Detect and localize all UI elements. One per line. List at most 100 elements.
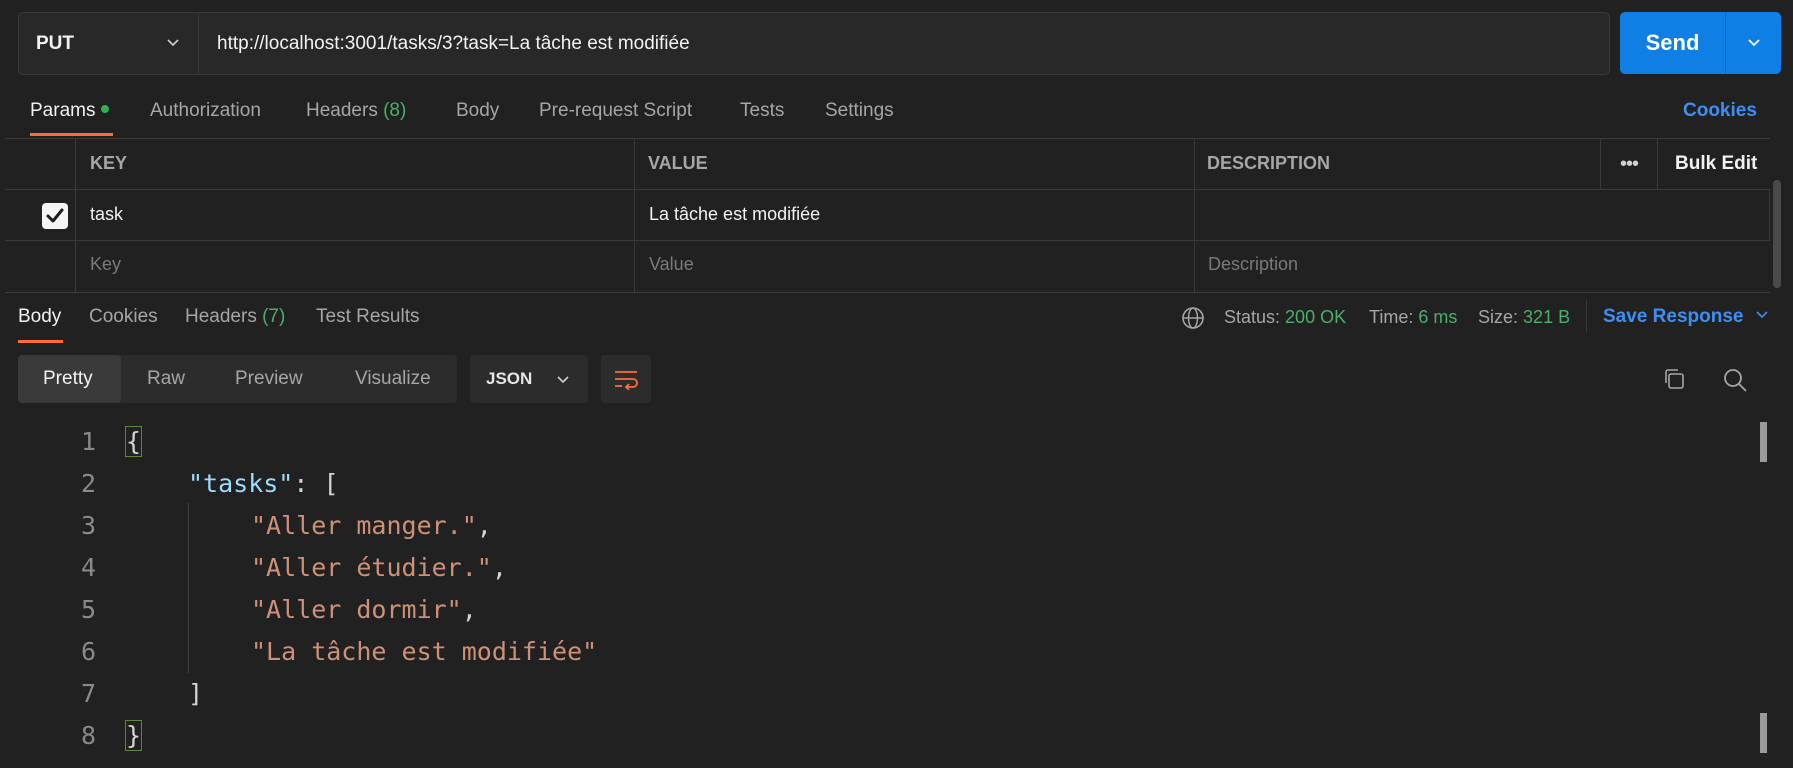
new-param-value-input[interactable]: Value <box>649 254 694 275</box>
send-button-group: Send <box>1620 12 1781 74</box>
table-border-header <box>5 189 1770 190</box>
table-col-divider <box>1657 138 1658 189</box>
response-time: Time: 6 ms <box>1369 307 1457 328</box>
json-comma: , <box>461 595 477 624</box>
checkmark-icon <box>46 208 64 223</box>
json-string: "La tâche est modifiée" <box>251 637 598 666</box>
table-col-divider <box>1194 138 1195 292</box>
code-line: "Aller dormir", <box>251 595 477 624</box>
json-string: "Aller étudier." <box>251 553 492 582</box>
tab-prerequest-script[interactable]: Pre-request Script <box>539 100 692 122</box>
code-line: } <box>124 720 143 751</box>
tab-headers-label: Headers <box>306 100 378 121</box>
method-label: PUT <box>36 32 74 54</box>
response-headers-count: (7) <box>262 306 286 327</box>
table-col-divider <box>75 138 76 292</box>
param-key-cell[interactable]: task <box>90 204 123 225</box>
line-number: 2 <box>80 469 96 498</box>
line-number: 5 <box>80 595 96 624</box>
cookies-link[interactable]: Cookies <box>1683 100 1757 122</box>
code-line: "Aller étudier.", <box>251 553 507 582</box>
param-enabled-checkbox[interactable] <box>42 203 68 229</box>
table-col-divider <box>634 138 635 292</box>
tab-body[interactable]: Body <box>456 100 499 122</box>
send-options-button[interactable] <box>1726 12 1781 74</box>
json-close-bracket: ] <box>188 679 204 708</box>
code-line: "La tâche est modifiée" <box>251 637 597 666</box>
new-param-key-input[interactable]: Key <box>90 254 121 275</box>
tab-headers[interactable]: Headers (8) <box>306 100 406 122</box>
table-border-bottom <box>5 292 1770 293</box>
code-scrollbar-thumb[interactable] <box>1760 422 1767 462</box>
col-header-value: VALUE <box>648 153 708 173</box>
code-line: ] <box>188 679 203 708</box>
copy-icon[interactable] <box>1662 367 1686 391</box>
view-mode-raw[interactable]: Raw <box>147 368 185 390</box>
response-status: Status: 200 OK <box>1224 307 1346 328</box>
json-key: "tasks" <box>188 469 294 498</box>
url-input[interactable]: http://localhost:3001/tasks/3?task=La tâ… <box>217 13 690 74</box>
json-comma: , <box>476 511 492 540</box>
save-response-label: Save Response <box>1603 306 1744 327</box>
format-select[interactable]: JSON <box>470 355 588 403</box>
response-tab-test-results[interactable]: Test Results <box>316 306 419 328</box>
table-col-divider <box>1600 138 1601 189</box>
json-close-brace: } <box>124 720 143 751</box>
status-value: 200 OK <box>1285 307 1347 327</box>
json-string: "Aller manger." <box>251 511 477 540</box>
params-scrollbar[interactable] <box>1773 180 1781 288</box>
col-header-key: KEY <box>90 153 128 173</box>
code-line: "tasks": [ <box>188 469 339 498</box>
line-number: 6 <box>80 637 96 666</box>
wrap-lines-icon <box>615 371 638 390</box>
json-open-brace: { <box>124 426 143 457</box>
view-mode-pretty[interactable]: Pretty <box>43 368 93 390</box>
response-tab-body[interactable]: Body <box>18 306 61 328</box>
method-select[interactable]: PUT <box>19 13 199 74</box>
time-label: Time: <box>1369 307 1414 327</box>
response-tab-headers[interactable]: Headers (7) <box>185 306 285 328</box>
tab-params[interactable]: Params <box>30 100 110 122</box>
more-options-button[interactable]: ••• <box>1620 153 1639 176</box>
globe-icon[interactable] <box>1181 306 1205 330</box>
tab-tests[interactable]: Tests <box>740 100 784 122</box>
new-param-description-input[interactable]: Description <box>1208 254 1298 275</box>
chevron-down-icon <box>1756 311 1768 319</box>
view-mode-visualize[interactable]: Visualize <box>355 368 431 390</box>
json-punctuation: : [ <box>293 469 339 498</box>
bulk-edit-button[interactable]: Bulk Edit <box>1675 153 1757 175</box>
size-value: 321 B <box>1523 307 1571 327</box>
headers-count: (8) <box>383 100 407 121</box>
tab-settings[interactable]: Settings <box>825 100 894 122</box>
chevron-down-icon <box>167 39 179 47</box>
line-number: 7 <box>80 679 96 708</box>
code-line: "Aller manger.", <box>251 511 492 540</box>
table-col-divider <box>1769 189 1770 240</box>
chevron-down-icon <box>1747 39 1760 47</box>
response-size: Size: 321 B <box>1478 307 1570 328</box>
tab-authorization[interactable]: Authorization <box>150 100 261 122</box>
tab-params-underline <box>30 133 113 136</box>
search-icon[interactable] <box>1722 367 1748 393</box>
chevron-down-icon <box>557 376 569 384</box>
table-border-top <box>5 138 1770 139</box>
size-label: Size: <box>1478 307 1519 327</box>
format-label: JSON <box>486 369 533 388</box>
wrap-lines-button[interactable] <box>601 355 651 403</box>
save-response-button[interactable]: Save Response <box>1603 306 1769 328</box>
table-border-row <box>5 240 1770 241</box>
view-mode-preview[interactable]: Preview <box>235 368 303 390</box>
param-value-cell[interactable]: La tâche est modifiée <box>649 204 820 225</box>
indent-guide <box>188 503 189 673</box>
response-tab-cookies[interactable]: Cookies <box>89 306 158 328</box>
line-number: 4 <box>80 553 96 582</box>
response-tab-underline <box>18 340 63 343</box>
line-number: 1 <box>80 427 96 456</box>
line-number: 8 <box>80 721 96 750</box>
code-line: { <box>124 426 143 457</box>
json-string: "Aller dormir" <box>251 595 462 624</box>
request-bar: PUT http://localhost:3001/tasks/3?task=L… <box>18 12 1610 75</box>
code-scrollbar-thumb[interactable] <box>1760 713 1767 753</box>
send-button[interactable]: Send <box>1620 12 1725 74</box>
line-number: 3 <box>80 511 96 540</box>
